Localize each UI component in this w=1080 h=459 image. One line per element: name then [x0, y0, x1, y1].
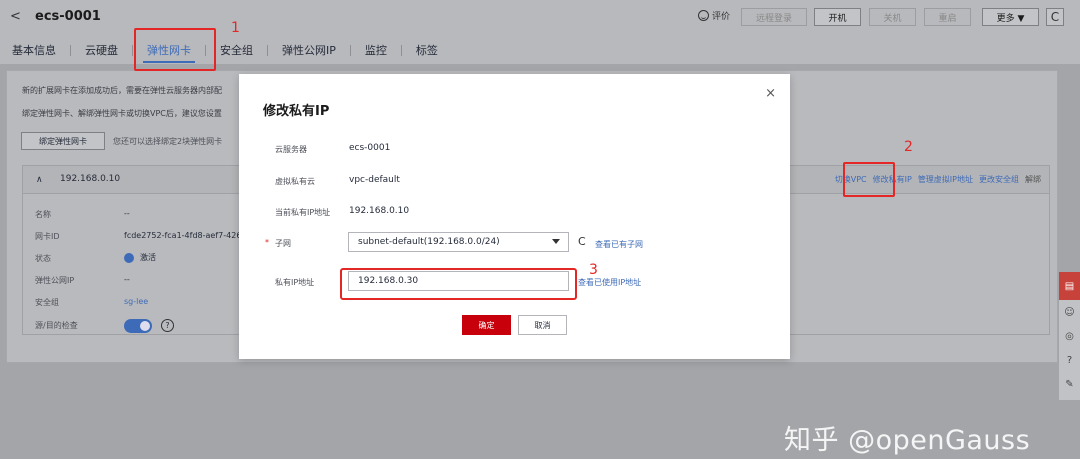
power-off-button[interactable]: 关机: [869, 8, 916, 26]
subnet-value: subnet-default(192.168.0.0/24): [358, 237, 500, 247]
confirm-button[interactable]: 确定: [462, 315, 511, 335]
help-icon[interactable]: ?: [161, 319, 174, 332]
tab-disk[interactable]: 云硬盘: [71, 42, 132, 58]
right-toolbar: ▤ ☺ ◎ ? ✎: [1059, 272, 1080, 400]
modify-private-ip-dialog: 修改私有IP × 云服务器 ecs-0001 虚拟私有云 vpc-default…: [239, 74, 790, 359]
annotation-number: 1: [231, 20, 240, 36]
dialog-title: 修改私有IP: [263, 104, 330, 119]
tab-monitor[interactable]: 监控: [351, 42, 401, 58]
tab-bar: 基本信息 云硬盘 弹性网卡 安全组 弹性公网IP 监控 标签: [0, 40, 452, 63]
status-value: 激活: [124, 252, 156, 263]
row-label: 状态: [35, 254, 51, 263]
chevron-up-icon[interactable]: ∧: [36, 175, 43, 185]
subnet-select[interactable]: subnet-default(192.168.0.0/24): [348, 232, 569, 252]
page-title: ecs-0001: [35, 9, 101, 24]
cancel-button[interactable]: 取消: [518, 315, 567, 335]
status-icon: [124, 252, 134, 263]
restart-button[interactable]: 重启: [924, 8, 971, 26]
field-label: 虚拟私有云: [275, 177, 315, 186]
eye-icon[interactable]: ◎: [1059, 324, 1080, 348]
remote-login-button[interactable]: 远程登录: [741, 8, 807, 26]
tab-tags[interactable]: 标签: [402, 42, 452, 58]
annotation-box: [843, 162, 895, 197]
unbind-link[interactable]: 解绑: [1025, 174, 1041, 185]
annotation-box: [134, 28, 216, 71]
subnet-label: * 子网: [265, 238, 291, 249]
annotation-number: 3: [589, 262, 598, 278]
manage-virtual-ip-link[interactable]: 管理虚拟IP地址: [918, 174, 973, 185]
power-on-button[interactable]: 开机: [814, 8, 861, 26]
subnet-label-text: 子网: [275, 239, 291, 248]
close-icon[interactable]: ×: [765, 86, 776, 101]
nic-ip: 192.168.0.10: [60, 174, 121, 184]
row-value: fcde2752-fca1-4fd8-aef7-426: [124, 231, 242, 240]
field-label: 当前私有IP地址: [275, 208, 331, 217]
tab-basic-info[interactable]: 基本信息: [0, 42, 70, 58]
field-value: vpc-default: [349, 175, 400, 185]
info-note: 绑定弹性网卡、解绑弹性网卡或切换VPC后，建议您设置: [22, 109, 222, 118]
row-value: --: [124, 209, 130, 218]
field-label: 云服务器: [275, 145, 307, 154]
row-label: 弹性公网IP: [35, 276, 75, 285]
info-note: 新的扩展网卡在添加成功后，需要在弹性云服务器内部配: [22, 86, 222, 95]
private-ip-label: 私有IP地址: [275, 278, 315, 287]
smile-icon[interactable]: ☺: [1059, 300, 1080, 324]
row-label: 源/目的检查: [35, 321, 78, 330]
row-label: 安全组: [35, 298, 59, 307]
required-mark: *: [265, 238, 269, 247]
back-icon[interactable]: <: [10, 9, 21, 24]
row-label: 网卡ID: [35, 232, 60, 241]
bind-nic-button[interactable]: 绑定弹性网卡: [21, 132, 105, 150]
row-label: 名称: [35, 210, 51, 219]
more-button[interactable]: 更多 ▼: [982, 8, 1039, 26]
smile-icon: [698, 10, 709, 21]
view-used-ips-link[interactable]: 查看已使用IP地址: [578, 277, 641, 288]
field-value: 192.168.0.10: [349, 206, 410, 216]
security-group-link[interactable]: sg-lee: [124, 297, 148, 306]
source-dest-check-toggle[interactable]: [124, 319, 152, 333]
row-value: --: [124, 275, 130, 284]
change-security-group-link[interactable]: 更改安全组: [979, 174, 1019, 185]
watermark: 知乎 @openGauss: [784, 425, 1031, 456]
status-text: 激活: [140, 253, 156, 262]
refresh-icon[interactable]: C: [1046, 8, 1064, 26]
rate-label: 评价: [712, 12, 731, 22]
edit-icon[interactable]: ✎: [1059, 372, 1080, 396]
help-icon[interactable]: ?: [1059, 348, 1080, 372]
annotation-number: 2: [904, 139, 913, 155]
rate-button[interactable]: 评价: [698, 9, 730, 22]
view-subnets-link[interactable]: 查看已有子网: [595, 239, 643, 250]
chat-icon[interactable]: ▤: [1059, 272, 1080, 300]
caret-down-icon: [552, 239, 560, 244]
refresh-icon[interactable]: C: [578, 235, 586, 248]
field-value: ecs-0001: [349, 143, 391, 153]
tab-eip[interactable]: 弹性公网IP: [268, 42, 350, 58]
bind-tip: 您还可以选择绑定2块弹性网卡: [113, 137, 223, 146]
annotation-box: [340, 268, 577, 300]
